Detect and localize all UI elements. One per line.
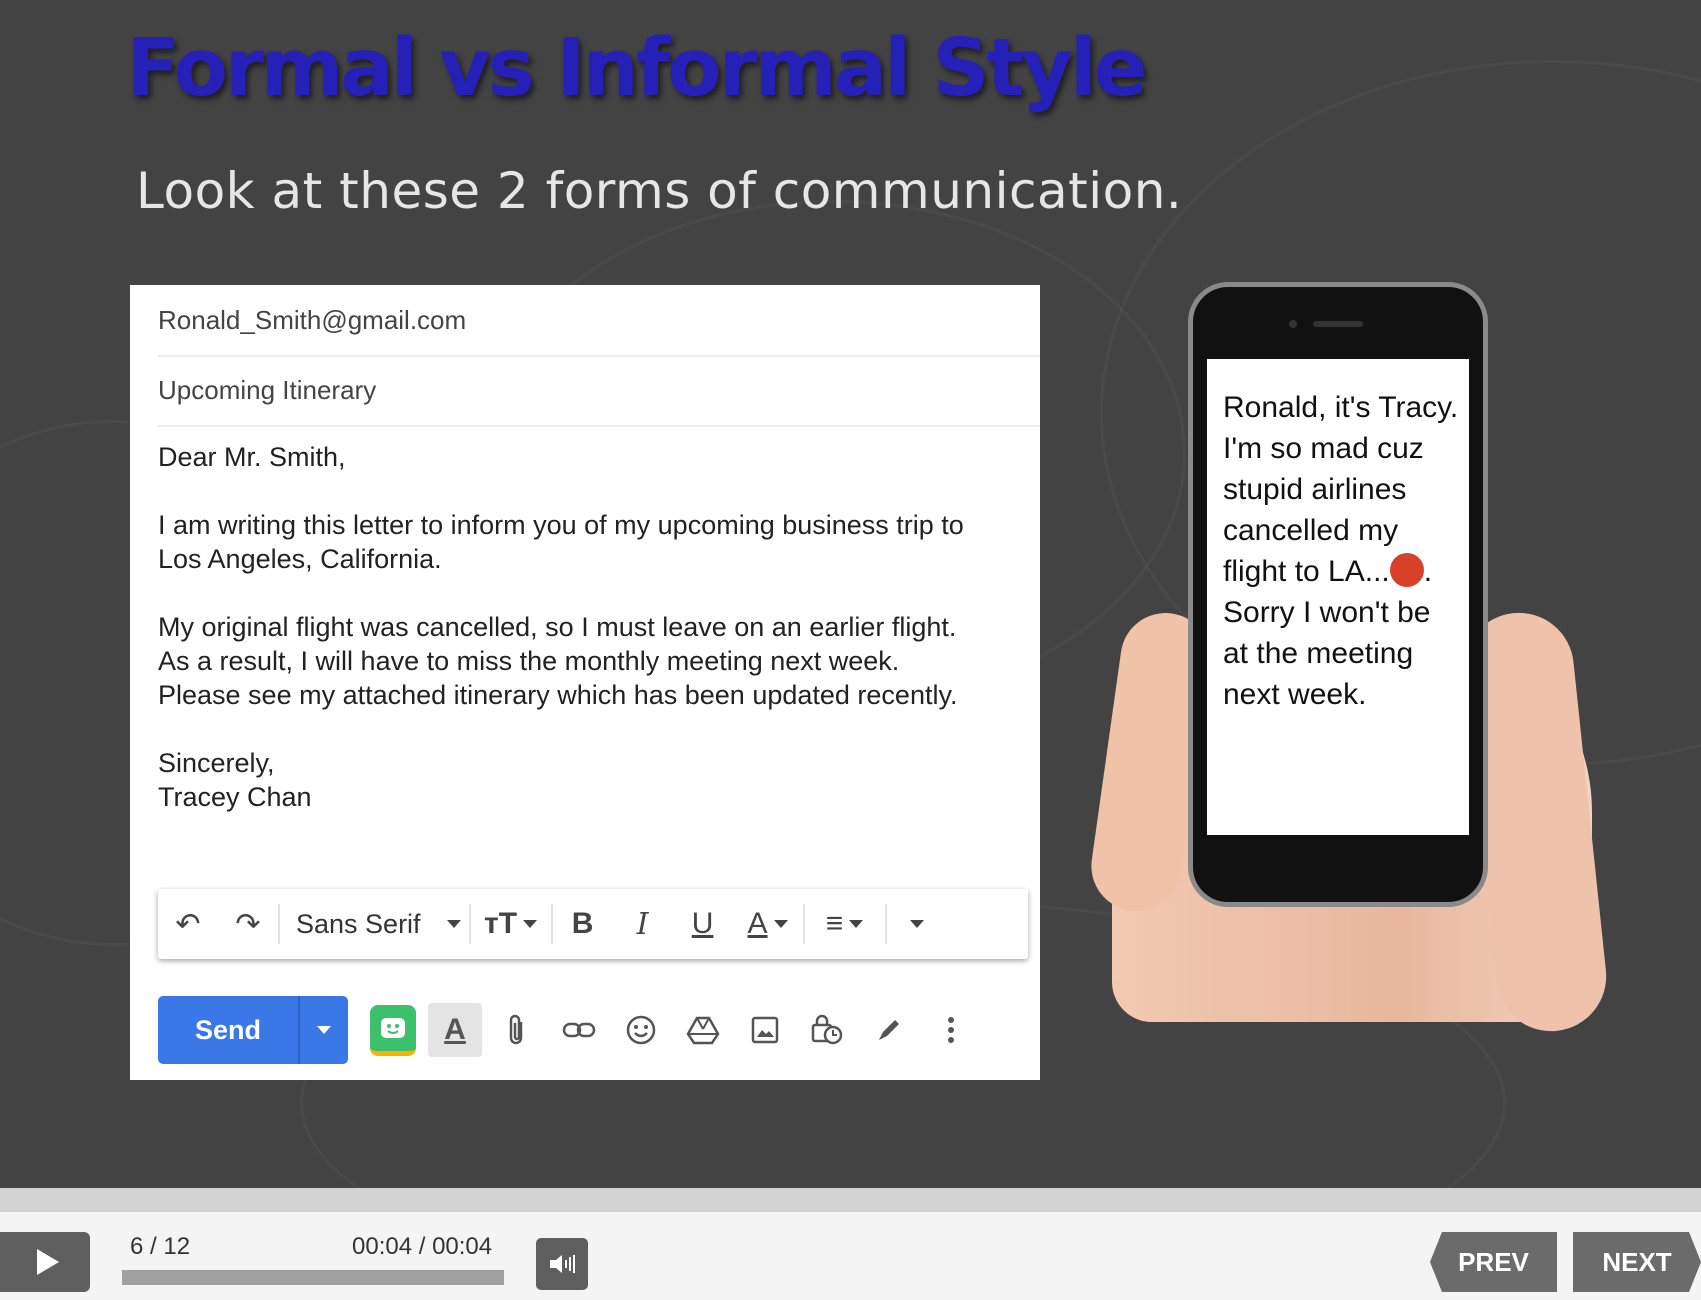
text-message: Ronald, it's Tracy. I'm so mad cuz stupi… [1207,359,1469,715]
chevron-down-icon [849,920,864,928]
formatting-toolbar: ↶ ↷ Sans Serif тT B I U A ≡ [158,889,1028,959]
text-color-button[interactable]: A [733,889,803,959]
email-text-line: My original flight was cancelled, so I m… [158,612,957,642]
message-line: I'm so mad cuz [1223,432,1424,465]
slide-counter: 6 / 12 [130,1233,191,1260]
chevron-down-icon [523,920,538,928]
message-line-with-emoji: flight to LA.... [1223,551,1459,592]
text-size-button[interactable]: тT [471,889,551,959]
email-text-line: Los Angeles, California. [158,544,442,574]
slide-title: Formal vs Informal Style [126,22,1147,114]
email-text-line: Please see my attached itinerary which h… [158,680,958,710]
time-display: 00:04 / 00:04 [352,1233,493,1260]
message-line: flight to LA... [1223,555,1390,588]
email-compose-window: Ronald_Smith@gmail.com Upcoming Itinerar… [130,285,1040,1080]
more-options-icon[interactable] [920,999,982,1061]
player-top-strip [0,1188,1701,1212]
signature-pen-icon[interactable] [858,999,920,1061]
confidential-mode-icon[interactable] [796,999,858,1061]
more-formatting-button[interactable] [887,889,947,959]
bold-icon[interactable]: B [553,889,613,959]
send-options-button[interactable] [298,996,348,1064]
email-paragraph-1: I am writing this letter to inform you o… [158,508,1020,576]
send-toolbar: Send A [158,995,982,1065]
message-line: Ronald, it's Tracy. [1223,391,1459,424]
insert-photo-icon[interactable] [734,999,796,1061]
next-button[interactable]: NEXT [1573,1232,1701,1292]
bitmoji-icon [370,1004,416,1056]
formatting-options-icon[interactable]: A [428,1003,482,1057]
email-body[interactable]: Dear Mr. Smith, I am writing this letter… [158,440,1020,848]
undo-icon[interactable]: ↶ [158,889,218,959]
prev-button[interactable]: PREV [1430,1232,1557,1292]
drive-icon[interactable] [672,999,734,1061]
email-signoff: Sincerely, Tracey Chan [158,746,1020,814]
email-paragraph-2: My original flight was cancelled, so I m… [158,610,1020,712]
email-text-line: As a result, I will have to miss the mon… [158,646,900,676]
chevron-down-icon [446,920,461,928]
volume-button[interactable] [536,1238,588,1290]
email-text-line: I am writing this letter to inform you o… [158,510,964,540]
bitmoji-button[interactable] [362,999,424,1061]
redo-icon[interactable]: ↷ [218,889,278,959]
phone-in-hand-image: Ronald, it's Tracy. I'm so mad cuz stupi… [1085,282,1612,1037]
email-closing: Sincerely, [158,748,275,778]
phone: Ronald, it's Tracy. I'm so mad cuz stupi… [1188,282,1488,907]
link-icon[interactable] [548,999,610,1061]
play-button[interactable] [0,1232,90,1292]
play-icon [37,1249,59,1275]
font-family-label: Sans Serif [296,908,421,939]
player-controls: 6 / 12 00:04 / 00:04 PREV NEXT [0,1188,1701,1300]
font-family-dropdown[interactable]: Sans Serif [280,909,469,940]
message-line: stupid airlines [1223,473,1407,506]
align-icon: ≡ [825,907,844,940]
progress-fill [122,1270,504,1285]
email-subject-field[interactable]: Upcoming Itinerary [158,355,1040,427]
underline-icon[interactable]: U [673,889,733,959]
message-line: next week. [1223,678,1367,711]
send-button[interactable]: Send [158,996,298,1064]
slide: Formal vs Informal Style Look at these 2… [0,0,1701,1188]
email-greeting: Dear Mr. Smith, [158,442,346,472]
text-size-icon: тT [484,907,518,940]
attach-icon[interactable] [486,999,548,1061]
angry-face-icon [1389,553,1424,587]
italic-icon[interactable]: I [613,889,673,959]
message-line: at the meeting [1223,637,1414,670]
slide-subtitle: Look at these 2 forms of communication. [136,162,1183,220]
align-button[interactable]: ≡ [805,889,885,959]
email-signature: Tracey Chan [158,782,312,812]
volume-icon [550,1255,575,1273]
progress-bar[interactable] [122,1270,504,1285]
chevron-down-icon [773,920,788,928]
phone-camera [1289,320,1297,328]
message-line: Sorry I won't be [1223,596,1431,629]
emoji-icon[interactable] [610,999,672,1061]
message-trail: . [1423,555,1433,588]
phone-speaker [1313,321,1363,327]
chevron-down-icon [909,920,924,928]
message-line: cancelled my [1223,514,1399,547]
email-to-field[interactable]: Ronald_Smith@gmail.com [158,285,1040,357]
chevron-down-icon [317,1026,331,1034]
text-color-icon: A [747,907,768,940]
phone-screen: Ronald, it's Tracy. I'm so mad cuz stupi… [1207,359,1469,835]
